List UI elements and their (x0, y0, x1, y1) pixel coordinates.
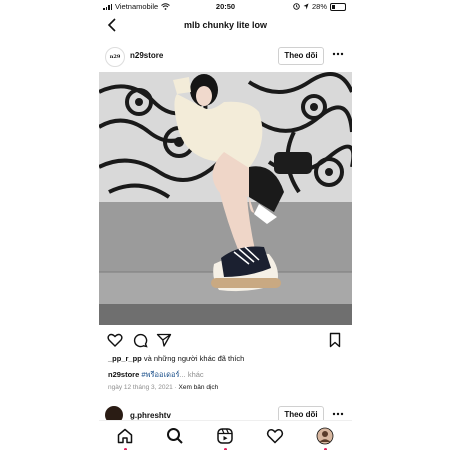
send-icon (156, 333, 172, 347)
avatar[interactable]: n29 (105, 47, 125, 67)
like-button[interactable] (107, 332, 123, 348)
likes-summary[interactable]: _pp_r_pp và những người khác đã thích (108, 354, 244, 363)
location-icon (303, 3, 309, 10)
save-button[interactable] (327, 332, 343, 348)
share-button[interactable] (156, 332, 172, 348)
more-horizontal-icon (332, 52, 344, 56)
battery-percent: 28% (311, 2, 327, 11)
reels-icon (217, 428, 233, 444)
post-header: n29 n29store Theo dõi (99, 44, 352, 68)
translate-link[interactable]: Xem bản dịch (179, 384, 219, 391)
post-caption: n29store #พรีออเดอร์... khác (108, 369, 204, 381)
phone-screen: Vietnamobile 20:50 28% mlb chunky lite l… (99, 0, 352, 450)
more-options-button[interactable] (332, 48, 344, 59)
tab-reels[interactable] (216, 427, 234, 450)
page-title: mlb chunky lite low (183, 20, 267, 30)
more-options-button[interactable] (332, 408, 344, 419)
caption-more-link[interactable]: ... khác (179, 370, 203, 379)
post-photo[interactable] (99, 72, 352, 325)
likes-rest: và những người khác đã thích (141, 354, 245, 363)
post-username[interactable]: n29store (130, 51, 163, 60)
post-meta: ngày 12 tháng 3, 2021 · Xem bản dịch (108, 384, 219, 391)
battery-icon (330, 2, 346, 11)
photo-illustration (99, 72, 352, 325)
search-icon (167, 428, 183, 444)
tab-search[interactable] (166, 427, 184, 445)
comment-button[interactable] (132, 332, 148, 348)
follow-button[interactable]: Theo dõi (278, 47, 324, 65)
heart-icon (107, 333, 123, 347)
alarm-icon (293, 3, 300, 10)
bookmark-icon (329, 332, 341, 348)
tab-profile[interactable] (316, 427, 334, 450)
post-actions (99, 330, 352, 350)
comment-icon (133, 333, 148, 348)
top-bar: mlb chunky lite low (99, 16, 352, 38)
status-bar: Vietnamobile 20:50 28% (99, 0, 352, 14)
heart-icon (266, 429, 284, 444)
more-horizontal-icon (332, 412, 344, 416)
home-icon (117, 428, 133, 444)
caption-username[interactable]: n29store (108, 370, 139, 379)
profile-avatar (316, 427, 334, 445)
caption-hashtag[interactable]: #พรีออเดอร์ (141, 370, 179, 379)
tab-activity[interactable] (266, 427, 284, 445)
next-post-username[interactable]: g.phreshtv (130, 411, 171, 420)
likes-user[interactable]: _pp_r_pp (108, 354, 142, 363)
bottom-tab-bar (99, 420, 352, 450)
tab-home[interactable] (116, 427, 134, 450)
post-date: ngày 12 tháng 3, 2021 (108, 384, 173, 391)
